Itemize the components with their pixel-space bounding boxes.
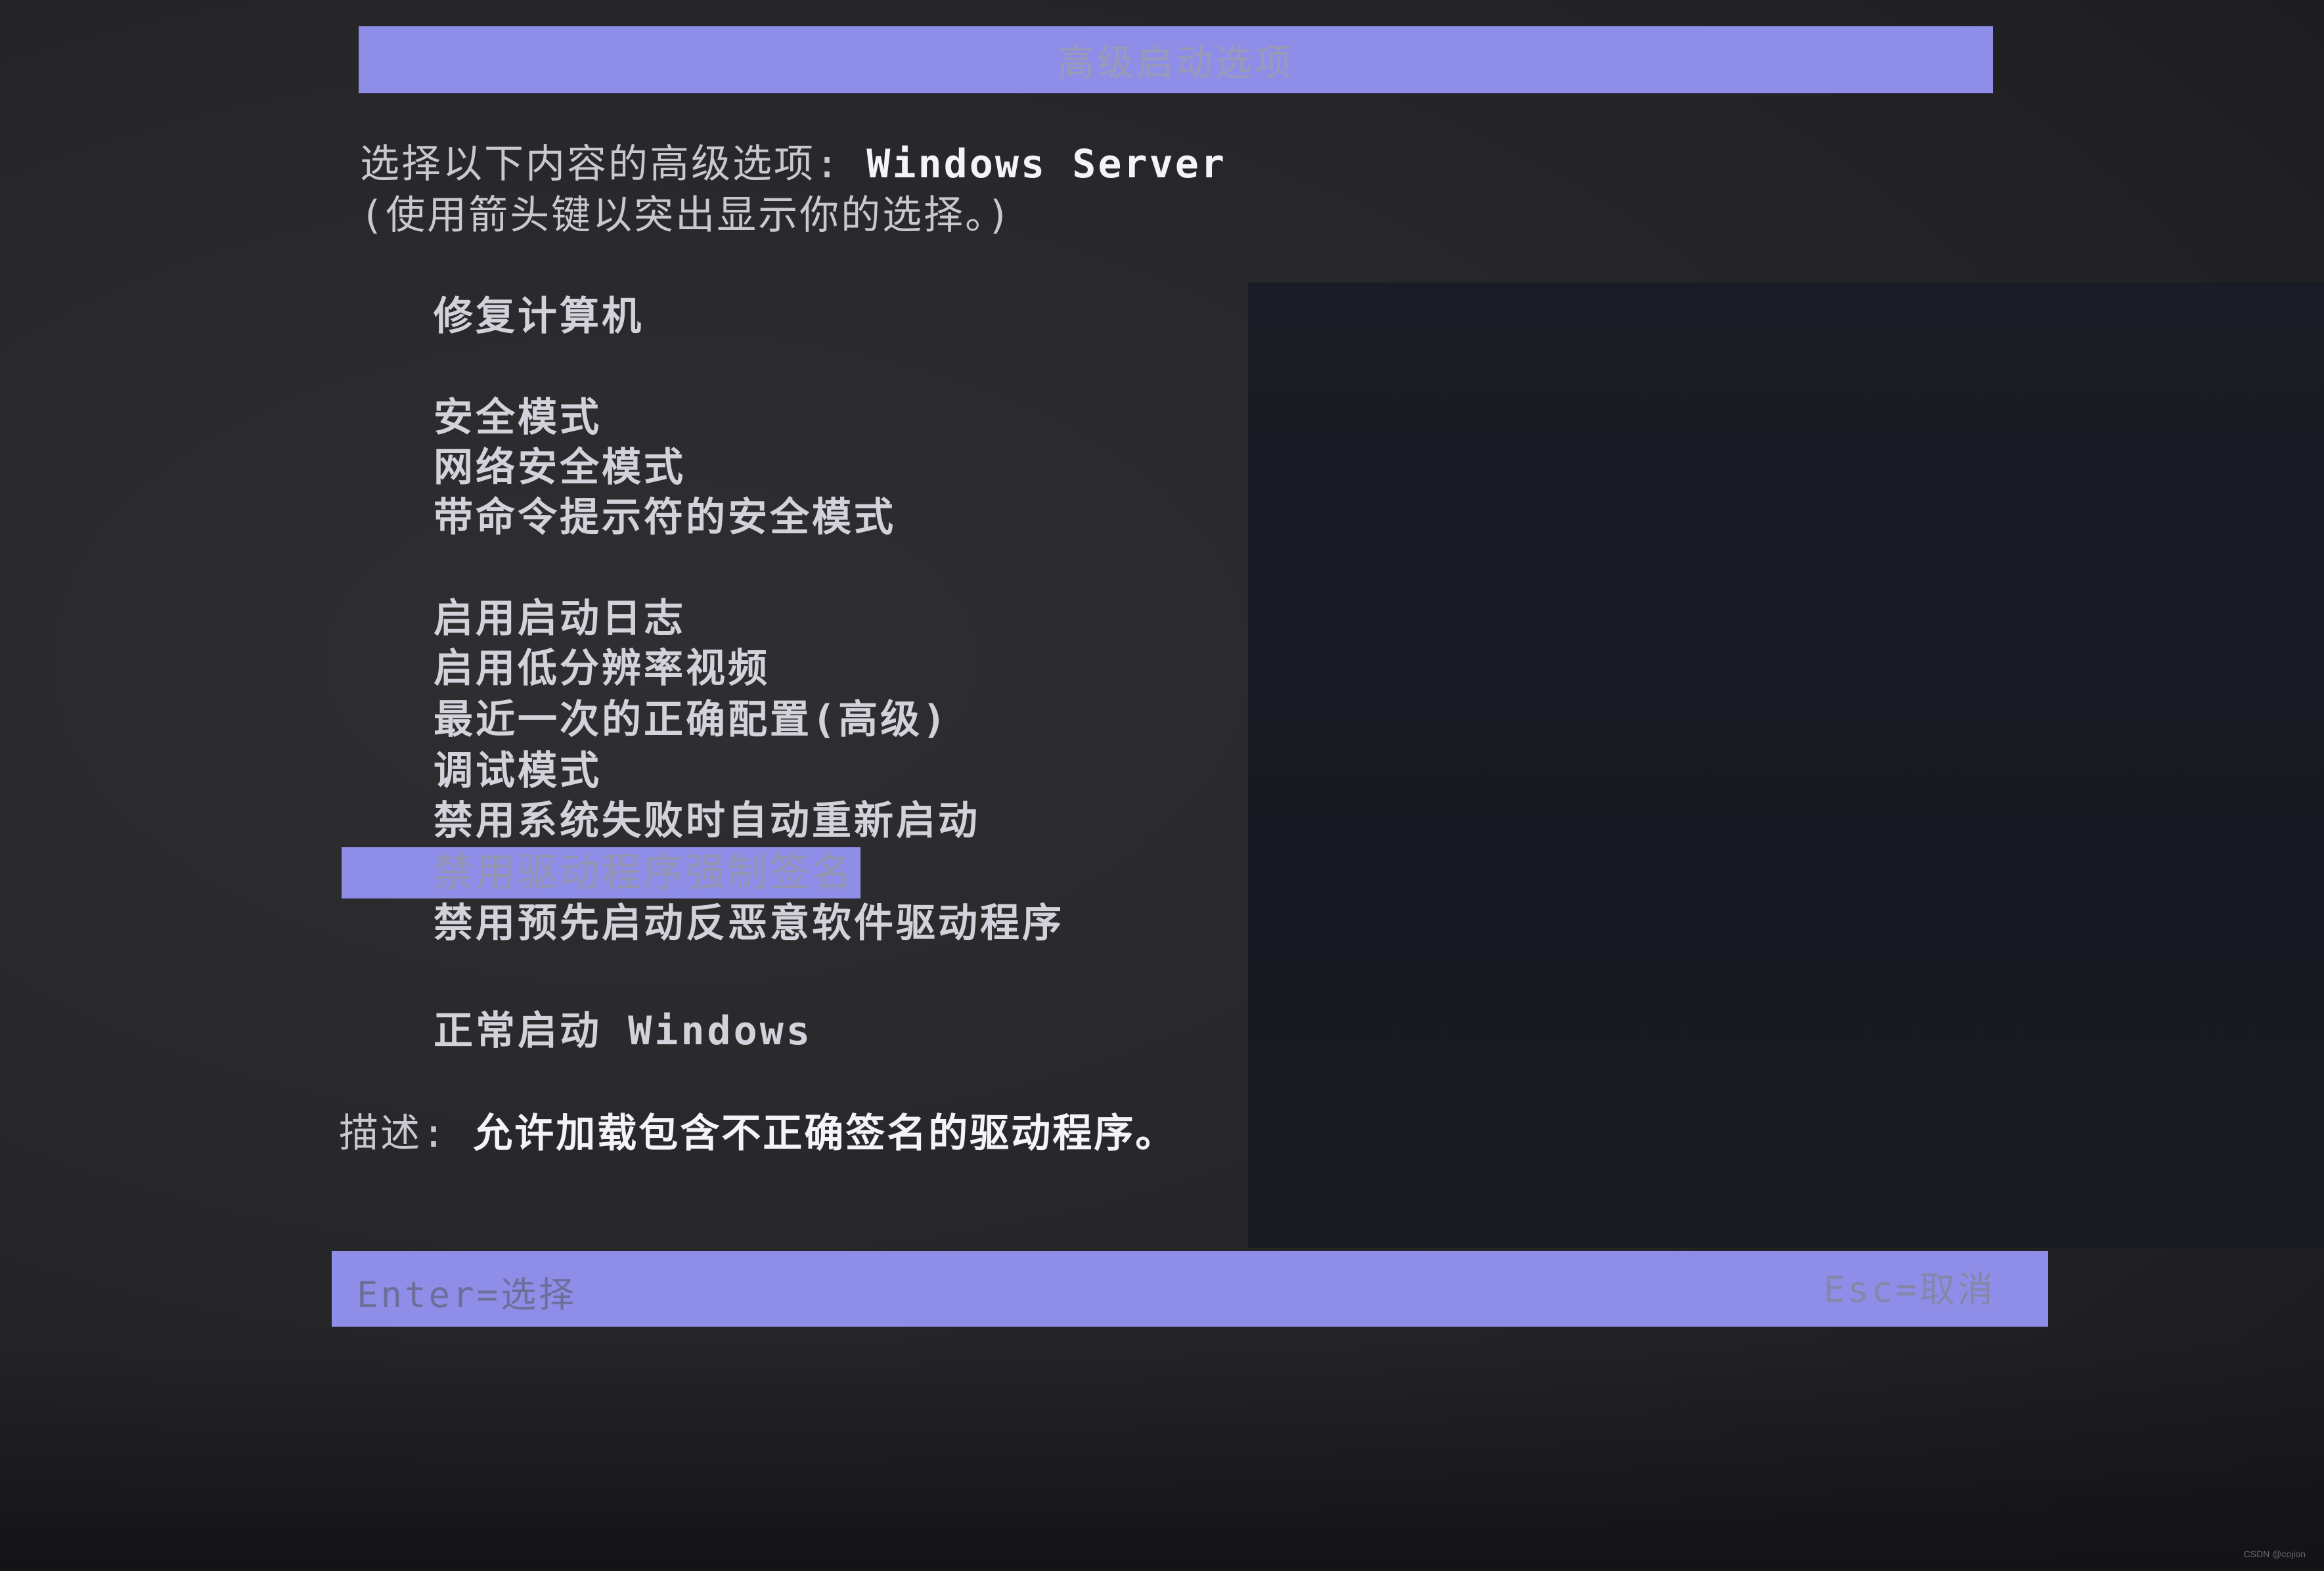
menu-item-enable-boot-logging[interactable]: 启用启动日志 — [434, 595, 686, 642]
menu-item-last-known-good-config[interactable]: 最近一次的正确配置(高级) — [434, 696, 949, 743]
footer-bar: Enter=选择 Esc=取消 — [332, 1251, 2048, 1327]
description-text: 允许加载包含不正确签名的驱动程序。 — [473, 1111, 1177, 1157]
menu-item-start-windows-normally[interactable]: 正常启动 Windows — [434, 1007, 813, 1055]
menu-item-safe-mode[interactable]: 安全模式 — [434, 394, 602, 441]
prompt-line: 选择以下内容的高级选项: Windows Server — [360, 141, 1226, 188]
bottom-fade — [0, 1340, 2324, 1571]
page-title: 高级启动选项 — [1058, 41, 1294, 85]
menu-item-disable-early-launch-antimalware[interactable]: 禁用预先启动反恶意软件驱动程序 — [434, 900, 1064, 947]
menu-item-repair-computer[interactable]: 修复计算机 — [434, 293, 644, 340]
description-line: 描述: 允许加载包含不正确签名的驱动程序。 — [339, 1110, 1176, 1157]
menu-item-disable-driver-signature-enforcement[interactable]: 禁用驱动程序强制签名 — [342, 847, 860, 898]
prompt-hint: (使用箭头键以突出显示你的选择。) — [360, 192, 1013, 238]
screen-reflection-area — [1248, 282, 2324, 1248]
menu-item-safe-mode-command-prompt[interactable]: 带命令提示符的安全模式 — [434, 494, 896, 541]
os-name: Windows Server — [866, 141, 1226, 187]
enter-select-hint: Enter=选择 — [357, 1274, 577, 1316]
watermark: CSDN @cojion — [2243, 1549, 2306, 1559]
menu-item-debugging-mode[interactable]: 调试模式 — [434, 747, 602, 795]
esc-cancel-hint: Esc=取消 — [1823, 1269, 1996, 1310]
menu-item-low-resolution-video[interactable]: 启用低分辨率视频 — [434, 645, 770, 692]
prompt-prefix: 选择以下内容的高级选项: — [360, 141, 867, 187]
title-bar: 高级启动选项 — [359, 26, 1993, 93]
menu-item-safe-mode-networking[interactable]: 网络安全模式 — [434, 444, 686, 491]
description-label: 描述: — [339, 1111, 474, 1157]
menu-item-disable-auto-restart[interactable]: 禁用系统失败时自动重新启动 — [434, 797, 980, 845]
